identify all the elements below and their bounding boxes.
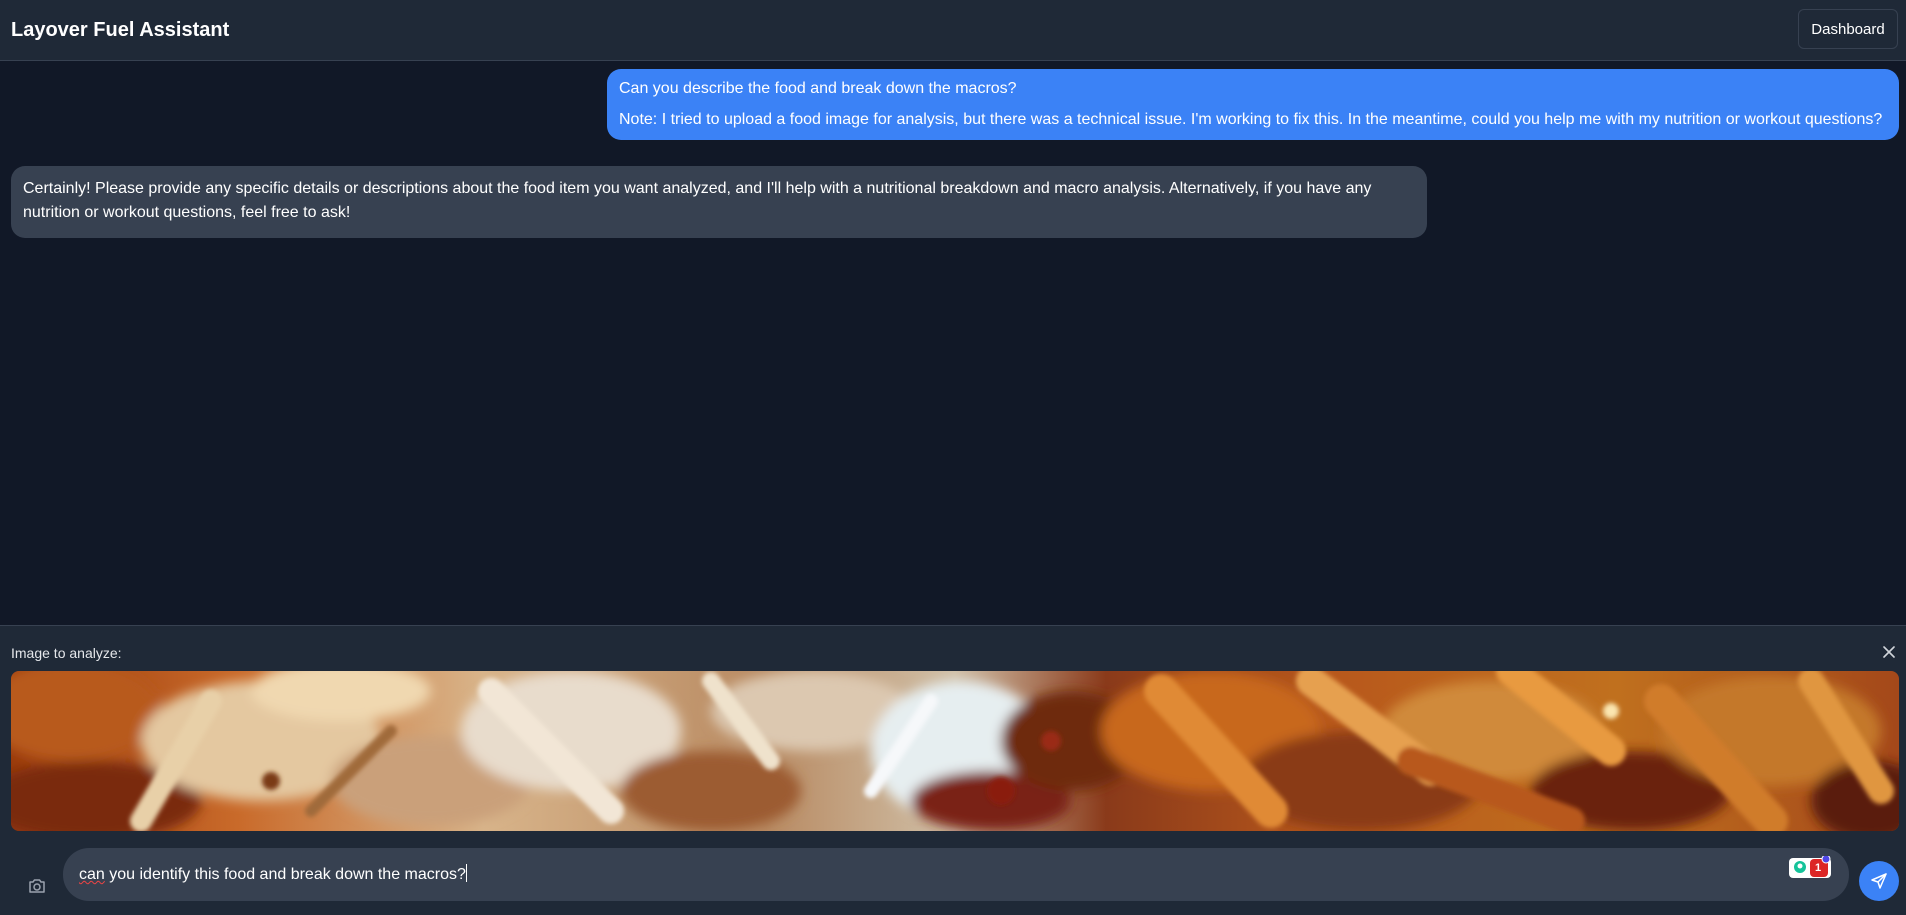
camera-icon [29, 879, 45, 893]
message-input-wrapper: can you identify this food and break dow… [63, 848, 1849, 901]
close-icon [1883, 646, 1895, 658]
camera-button[interactable] [24, 873, 50, 899]
send-button[interactable] [1859, 861, 1899, 901]
app-header: Layover Fuel Assistant Dashboard [0, 0, 1906, 61]
app-title: Layover Fuel Assistant [11, 19, 230, 41]
image-preview-panel: Image to analyze: can you identify this … [0, 625, 1906, 915]
chat-messages: Can you describe the food and break down… [0, 61, 1906, 625]
user-message-bubble: Can you describe the food and break down… [607, 69, 1899, 140]
message-input[interactable] [78, 848, 1778, 901]
food-image-preview [11, 671, 1899, 831]
grammar-extension-badge[interactable]: 1 [1789, 854, 1833, 878]
close-preview-button[interactable] [1881, 644, 1897, 660]
dashboard-button[interactable]: Dashboard [1798, 9, 1898, 49]
image-preview-label: Image to analyze: [11, 645, 122, 661]
send-icon [1871, 873, 1887, 889]
assistant-message-bubble: Certainly! Please provide any specific d… [11, 166, 1427, 238]
user-message-line: Can you describe the food and break down… [619, 80, 1017, 97]
extension-badge-count: 1 [1815, 862, 1822, 874]
user-message-line: Note: I tried to upload a food image for… [619, 111, 1883, 128]
